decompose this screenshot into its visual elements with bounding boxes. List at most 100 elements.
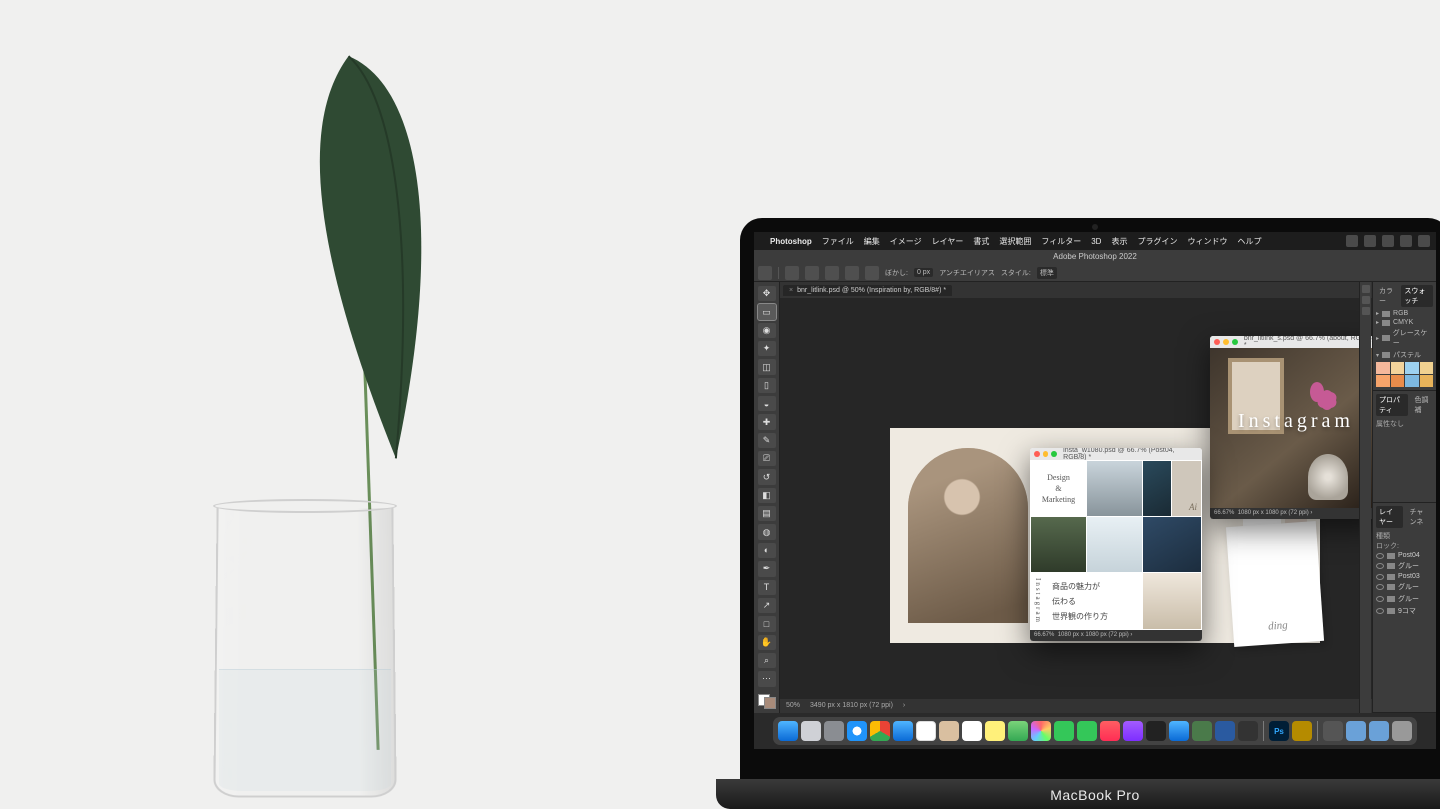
panel-tab-layers[interactable]: レイヤー xyxy=(1376,506,1403,528)
tool-pen[interactable]: ✒ xyxy=(758,561,776,576)
tool-marquee[interactable]: ▭ xyxy=(758,304,776,319)
zoom-level[interactable]: 50% xyxy=(786,699,800,713)
zoom-icon[interactable] xyxy=(1232,339,1238,345)
dock-mail-icon[interactable] xyxy=(893,721,913,741)
menu-bar-right[interactable] xyxy=(1346,235,1430,247)
menu-help[interactable]: ヘルプ xyxy=(1237,236,1261,247)
folder-icon[interactable] xyxy=(1382,335,1390,341)
visibility-icon[interactable] xyxy=(1376,563,1384,569)
layer-lock[interactable]: ロック: xyxy=(1376,541,1433,551)
tool-blur[interactable]: ◍ xyxy=(758,524,776,539)
menu-select[interactable]: 選択範囲 xyxy=(999,236,1031,247)
style-select[interactable]: 標準 xyxy=(1037,267,1057,279)
tool-crop[interactable]: ◫ xyxy=(758,359,776,374)
panels-column[interactable]: カラー スウォッチ ▸RGB ▸CMYK ▸グレースケー ▾パステル xyxy=(1372,282,1436,713)
tool-eyedrop[interactable]: ◒ xyxy=(758,396,776,411)
menu-file[interactable]: ファイル xyxy=(822,236,854,247)
swatch-group[interactable]: パステル xyxy=(1393,350,1421,360)
folder-icon[interactable] xyxy=(1382,352,1390,358)
swatch[interactable] xyxy=(1405,362,1419,374)
panel-tab-properties[interactable]: プロパティ xyxy=(1376,394,1408,416)
close-icon[interactable] xyxy=(1214,339,1220,345)
panel-icon[interactable] xyxy=(1362,307,1370,315)
swatch[interactable] xyxy=(1420,362,1434,374)
dock-maps-icon[interactable] xyxy=(1008,721,1028,741)
tool-dodge[interactable]: ◐ xyxy=(758,543,776,558)
dock-appstore-icon[interactable] xyxy=(1169,721,1189,741)
dock-launchpad-icon[interactable] xyxy=(801,721,821,741)
folder-icon[interactable] xyxy=(1382,311,1390,317)
swatch-grid[interactable] xyxy=(1376,362,1433,387)
document-tab-main[interactable]: × bnr_litlink.psd @ 50% (Inspiration by,… xyxy=(783,285,952,296)
dock-trash-icon[interactable] xyxy=(1392,721,1412,741)
dock-calendar-icon[interactable] xyxy=(916,721,936,741)
minimize-icon[interactable] xyxy=(1223,339,1229,345)
dock-safari-icon[interactable] xyxy=(847,721,867,741)
document-tab-bar[interactable]: × bnr_litlink.psd @ 50% (Inspiration by,… xyxy=(780,282,1372,298)
dock-tv-icon[interactable] xyxy=(1146,721,1166,741)
zoom-icon[interactable] xyxy=(1051,451,1057,457)
dock-chrome-icon[interactable] xyxy=(870,721,890,741)
menu-view[interactable]: 表示 xyxy=(1111,236,1127,247)
document-window-collage[interactable]: insta_w1080.psd @ 66.7% (Post04, RGB/8) … xyxy=(1030,448,1202,641)
swatch-group[interactable]: グレースケー xyxy=(1393,328,1433,348)
canvas-instagram[interactable]: Instagram xyxy=(1210,348,1372,508)
layer-row[interactable]: グルー xyxy=(1376,560,1433,572)
panel-layers[interactable]: レイヤー チャンネ 種類 ロック: Post04 グルー Post03 グルー … xyxy=(1373,503,1436,713)
layer-row[interactable]: グルー xyxy=(1376,581,1433,593)
close-icon[interactable]: × xyxy=(789,287,793,294)
dock-podcasts-icon[interactable] xyxy=(1123,721,1143,741)
dock-app-icon[interactable] xyxy=(1292,721,1312,741)
dock-app-icon[interactable] xyxy=(1215,721,1235,741)
menu-window[interactable]: ウィンドウ xyxy=(1187,236,1227,247)
tool-wand[interactable]: ✦ xyxy=(758,341,776,356)
layer-row[interactable]: グルー xyxy=(1376,593,1433,605)
swatch[interactable] xyxy=(1391,375,1405,387)
tool-preset-icon[interactable] xyxy=(785,266,799,280)
collapsed-panel-dock[interactable] xyxy=(1359,282,1371,713)
visibility-icon[interactable] xyxy=(1376,608,1384,614)
tool-path[interactable]: ↗ xyxy=(758,598,776,613)
marquee-ellipse-icon[interactable] xyxy=(825,266,839,280)
swatch[interactable] xyxy=(1376,375,1390,387)
swatch[interactable] xyxy=(1391,362,1405,374)
tool-more[interactable]: ⋯ xyxy=(758,671,776,686)
panel-properties[interactable]: プロパティ 色調補 属性なし xyxy=(1373,391,1436,503)
minimize-icon[interactable] xyxy=(1043,451,1049,457)
dock-app-icon[interactable] xyxy=(1192,721,1212,741)
dock-folder-icon[interactable] xyxy=(1369,721,1389,741)
folder-icon[interactable] xyxy=(1382,320,1390,326)
dock-photoshop-icon[interactable]: Ps xyxy=(1269,721,1289,741)
tool-zoom[interactable]: ⌕ xyxy=(758,653,776,668)
swatch[interactable] xyxy=(1405,375,1419,387)
marquee-rect-icon[interactable] xyxy=(805,266,819,280)
dock-facetime-icon[interactable] xyxy=(1077,721,1097,741)
layer-row[interactable]: 9コマ xyxy=(1376,605,1433,617)
swatch[interactable] xyxy=(1376,362,1390,374)
panel-tab-swatches[interactable]: スウォッチ xyxy=(1401,285,1433,307)
dock-settings-icon[interactable] xyxy=(824,721,844,741)
dock-music-icon[interactable] xyxy=(1100,721,1120,741)
menu-plugin[interactable]: プラグイン xyxy=(1137,236,1177,247)
toolbar[interactable]: ✥ ▭ ◉ ✦ ◫ ▯ ◒ ✚ ✎ ⎚ ↺ ◧ ▤ ◍ ◐ ✒ T xyxy=(754,282,780,713)
color-swatches-fgbg[interactable] xyxy=(758,694,776,709)
swatch[interactable] xyxy=(1420,375,1434,387)
options-bar[interactable]: ぼかし: 0 px アンチエイリアス スタイル: 標準 xyxy=(754,264,1436,282)
panel-tab-channels[interactable]: チャンネ xyxy=(1407,506,1434,528)
dock-app-icon[interactable] xyxy=(1238,721,1258,741)
menu-layer[interactable]: レイヤー xyxy=(932,236,964,247)
panel-tab-color[interactable]: カラー xyxy=(1376,285,1397,307)
marquee-row-icon[interactable] xyxy=(845,266,859,280)
dock-finder-icon[interactable] xyxy=(778,721,798,741)
layer-kind[interactable]: 種類 xyxy=(1376,531,1433,541)
tool-hand[interactable]: ✋ xyxy=(758,635,776,650)
dock-contacts-icon[interactable] xyxy=(939,721,959,741)
visibility-icon[interactable] xyxy=(1376,596,1384,602)
tool-rect[interactable]: □ xyxy=(758,616,776,631)
dock-reminders-icon[interactable] xyxy=(962,721,982,741)
mac-dock[interactable]: Ps xyxy=(773,717,1417,745)
marquee-col-icon[interactable] xyxy=(865,266,879,280)
visibility-icon[interactable] xyxy=(1376,574,1384,580)
panel-icon[interactable] xyxy=(1362,285,1370,293)
tool-gradient[interactable]: ▤ xyxy=(758,506,776,521)
